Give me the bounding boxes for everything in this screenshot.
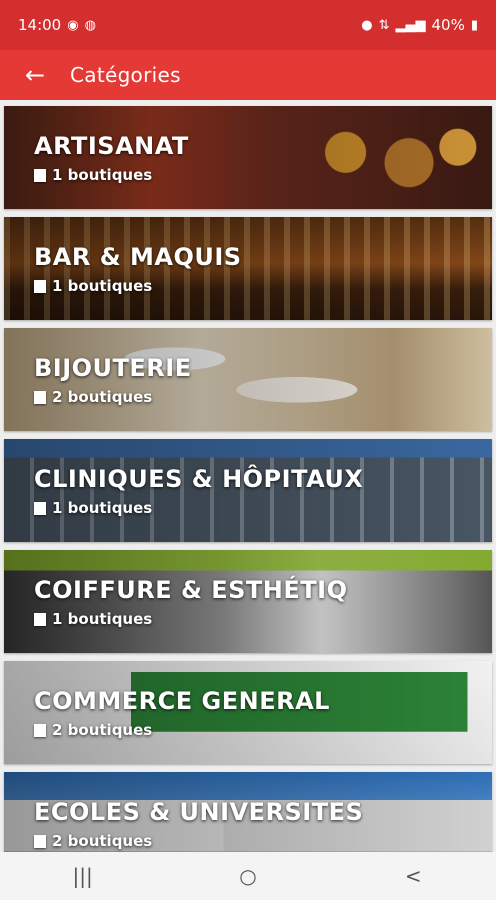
shop-icon: [34, 279, 46, 293]
system-nav-bar: ||| ○ <: [0, 852, 496, 900]
battery-icon: ▮: [470, 17, 478, 33]
shop-icon: [34, 612, 46, 626]
shop-count: 1 boutiques: [52, 277, 153, 295]
home-button[interactable]: ○: [218, 864, 278, 888]
category-name: ECOLES & UNIVERSITES: [34, 798, 364, 826]
category-name: COMMERCE GENERAL: [34, 687, 330, 715]
system-back-button[interactable]: <: [383, 864, 443, 888]
category-name: BIJOUTERIE: [34, 354, 192, 382]
shop-icon: [34, 723, 46, 737]
category-card-commerce[interactable]: COMMERCE GENERAL 2 boutiques: [4, 661, 492, 764]
category-count: 1 boutiques: [34, 166, 152, 184]
shop-icon: [34, 390, 46, 404]
shop-icon: [34, 501, 46, 515]
signal-icon: ▂▄▆: [395, 17, 426, 33]
category-card-ecoles[interactable]: ECOLES & UNIVERSITES 2 boutiques: [4, 772, 492, 852]
category-name: CLINIQUES & HÔPITAUX: [34, 465, 364, 493]
shop-count: 1 boutiques: [52, 499, 153, 517]
shop-count: 2 boutiques: [52, 388, 153, 406]
shop-icon: [34, 168, 46, 182]
category-list[interactable]: ARTISANAT 1 boutiques BAR & MAQUIS 1 bou…: [0, 100, 496, 852]
category-count: 2 boutiques: [34, 832, 152, 850]
data-icon: ⇅: [378, 17, 390, 33]
recent-apps-button[interactable]: |||: [53, 864, 113, 888]
category-count: 1 boutiques: [34, 277, 152, 295]
chevron-left-icon: <: [404, 864, 422, 888]
recent-apps-icon: |||: [72, 864, 93, 888]
location-icon: ●: [361, 17, 373, 33]
category-card-bar[interactable]: BAR & MAQUIS 1 boutiques: [4, 217, 492, 320]
category-name: BAR & MAQUIS: [34, 243, 242, 271]
shop-count: 2 boutiques: [52, 832, 153, 850]
category-card-bijouterie[interactable]: BIJOUTERIE 2 boutiques: [4, 328, 492, 431]
page-title: Catégories: [70, 63, 181, 87]
category-name: COIFFURE & ESTHÉTIQ: [34, 576, 348, 604]
app-bar: ← Catégories: [0, 50, 496, 100]
shop-count: 1 boutiques: [52, 610, 153, 628]
status-bar: 14:00 ◉ ◍ ● ⇅ ▂▄▆ 40% ▮: [0, 0, 496, 50]
category-count: 1 boutiques: [34, 610, 152, 628]
shop-count: 2 boutiques: [52, 721, 153, 739]
whatsapp-icon: ◉: [67, 17, 79, 33]
shop-count: 1 boutiques: [52, 166, 153, 184]
battery-level: 40%: [431, 16, 465, 34]
home-icon: ○: [239, 864, 257, 888]
status-time: 14:00: [18, 16, 62, 34]
category-count: 2 boutiques: [34, 721, 152, 739]
category-count: 1 boutiques: [34, 499, 152, 517]
category-card-artisanat[interactable]: ARTISANAT 1 boutiques: [4, 106, 492, 209]
back-button[interactable]: ←: [0, 61, 70, 89]
category-card-coiffure[interactable]: COIFFURE & ESTHÉTIQ 1 boutiques: [4, 550, 492, 653]
arrow-left-icon: ←: [24, 61, 46, 89]
category-name: ARTISANAT: [34, 132, 189, 160]
app-icon: ◍: [84, 17, 96, 33]
category-count: 2 boutiques: [34, 388, 152, 406]
category-card-cliniques[interactable]: CLINIQUES & HÔPITAUX 1 boutiques: [4, 439, 492, 542]
shop-icon: [34, 834, 46, 848]
